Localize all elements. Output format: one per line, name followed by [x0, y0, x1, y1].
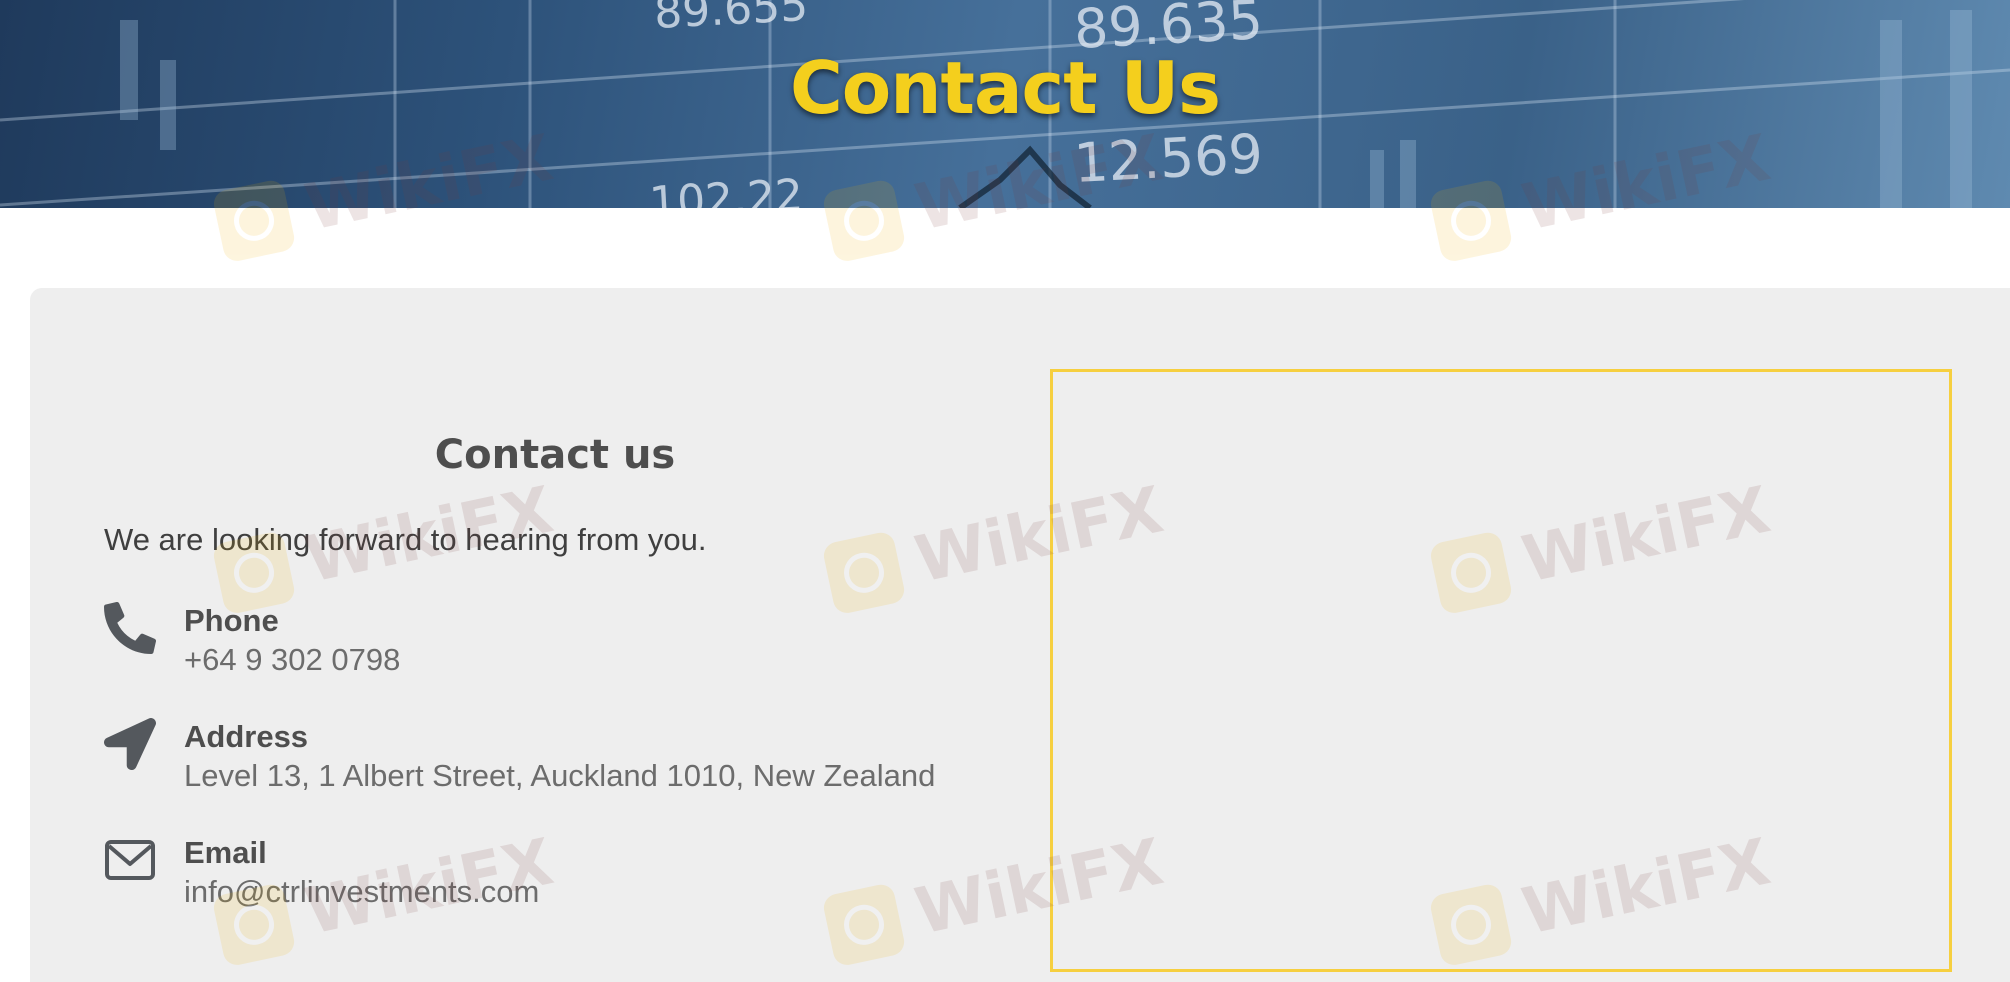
- phone-icon: [104, 602, 156, 654]
- contact-heading: Contact us: [434, 432, 676, 478]
- address-value: Level 13, 1 Albert Street, Auckland 1010…: [184, 758, 936, 793]
- map-frame[interactable]: [1050, 369, 1952, 972]
- page-title: Contact Us: [789, 46, 1221, 130]
- contact-item-email: Email info@ctrlinvestments.com: [104, 834, 1004, 924]
- location-arrow-icon: [104, 718, 156, 770]
- hero-banner: 89.655 89.635 12.569 102.22 Contact Us: [0, 0, 2010, 208]
- email-value[interactable]: info@ctrlinvestments.com: [184, 872, 539, 912]
- contact-intro: We are looking forward to hearing from y…: [104, 522, 707, 557]
- address-label: Address: [184, 719, 309, 754]
- phone-label: Phone: [184, 603, 279, 638]
- bg-number-1: 89.655: [653, 0, 809, 39]
- contact-item-phone: Phone +64 9 302 0798: [104, 602, 1004, 692]
- page: 89.655 89.635 12.569 102.22 Contact Us C…: [0, 0, 2010, 982]
- phone-value[interactable]: +64 9 302 0798: [184, 640, 400, 680]
- contact-item-address: Address Level 13, 1 Albert Street, Auckl…: [104, 718, 1004, 808]
- email-label: Email: [184, 835, 267, 870]
- bg-number-3: 12.569: [1072, 122, 1264, 195]
- envelope-icon: [105, 840, 155, 880]
- bg-number-4: 102.22: [648, 170, 804, 208]
